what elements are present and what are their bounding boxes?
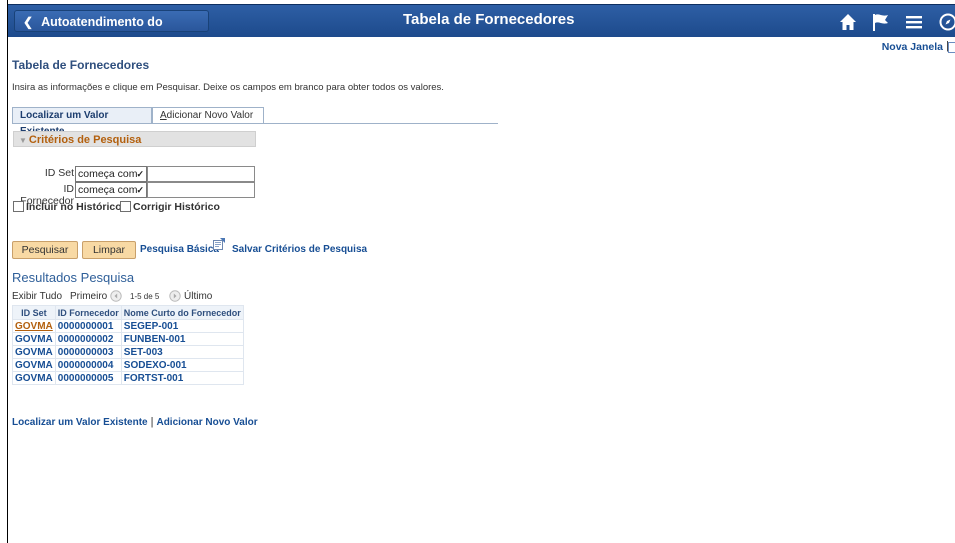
row-vendor-id-link[interactable]: 0000000003 (54, 345, 122, 359)
row-vendor-id-link[interactable]: 0000000001 (54, 319, 122, 333)
vendor-id-operator-select[interactable]: começa com ✓ (75, 182, 147, 198)
back-button-label: Autoatendimento do Gerente (23, 15, 163, 51)
row-vendor-id-link[interactable]: 0000000005 (54, 371, 122, 385)
banner-title: Tabela de Fornecedores (403, 11, 575, 28)
footer-add-new-link[interactable]: Adicionar Novo Valor (156, 417, 257, 428)
tab-add-new-accesskey: A (160, 110, 167, 121)
row-setid-link[interactable]: GOVMA (12, 345, 56, 359)
row-setid-link[interactable]: GOVMA (12, 319, 56, 333)
tab-find-existing[interactable]: Localizar um Valor Existente (12, 107, 152, 137)
footer-find-existing-link[interactable]: Localizar um Valor Existente (12, 417, 148, 428)
tab-add-new[interactable]: Adicionar Novo Valor (152, 107, 264, 124)
search-criteria-title: Critérios de Pesquisa (28, 134, 142, 146)
back-button[interactable]: ❮ Autoatendimento do Gerente (14, 10, 209, 51)
include-history-checkbox[interactable] (13, 201, 24, 212)
view-all-link[interactable]: Exibir Tudo (12, 291, 62, 302)
table-row[interactable]: GOVMA 0000000004 SODEXO-001 (12, 358, 244, 372)
vendor-id-operator-value: começa com (78, 184, 138, 196)
include-history-label: Incluir no Histórico (26, 201, 122, 213)
page-instructions: Insira as informações e clique em Pesqui… (12, 82, 444, 93)
vendor-id-input[interactable] (147, 182, 255, 198)
page-title: Tabela de Fornecedores (12, 58, 150, 72)
row-setid-link[interactable]: GOVMA (12, 332, 56, 346)
row-setid-link[interactable]: GOVMA (12, 371, 56, 385)
window-frame-edge (7, 0, 8, 543)
row-vendor-name-link[interactable]: FORTST-001 (120, 371, 244, 385)
footer-links: Localizar um Valor Existente | Adicionar N… (12, 416, 258, 428)
tab-add-new-label: dicionar Novo Valor (166, 110, 254, 121)
setid-operator-value: começa com (78, 168, 138, 180)
last-link[interactable]: Último (184, 291, 212, 302)
tab-underline (12, 123, 498, 124)
setid-operator-select[interactable]: começa com ✓ (75, 166, 147, 182)
next-arrow-icon[interactable] (169, 290, 181, 302)
chevron-down-icon: ✓ (136, 169, 144, 179)
correct-history-label: Corrigir Histórico (133, 201, 220, 213)
search-button[interactable]: Pesquisar (12, 241, 78, 259)
table-row[interactable]: GOVMA 0000000005 FORTST-001 (12, 371, 244, 385)
table-row[interactable]: GOVMA 0000000002 FUNBEN-001 (12, 332, 244, 346)
top-banner: ❮ Autoatendimento do Gerente Tabela de Fo… (8, 4, 955, 51)
first-link[interactable]: Primeiro (70, 291, 107, 302)
chevron-left-icon: ❮ (23, 15, 34, 29)
clear-button[interactable]: Limpar (82, 241, 136, 259)
menu-icon[interactable] (904, 12, 924, 32)
row-vendor-id-link[interactable]: 0000000004 (54, 358, 122, 372)
previous-arrow-icon[interactable] (110, 290, 122, 302)
row-vendor-name-link[interactable]: SODEXO-001 (120, 358, 244, 372)
footer-separator: | (150, 416, 154, 428)
table-row[interactable]: GOVMA 0000000001 SEGEP-001 (12, 319, 244, 333)
chevron-down-icon: ✓ (136, 185, 144, 195)
basic-search-link[interactable]: Pesquisa Básica (140, 244, 219, 255)
column-header-setid[interactable]: ID Set (12, 305, 56, 320)
results-range: 1-5 de 5 (130, 292, 160, 301)
help-page-icon[interactable] (948, 42, 955, 53)
table-row[interactable]: GOVMA 0000000003 SET-003 (12, 345, 244, 359)
row-setid-link[interactable]: GOVMA (12, 358, 56, 372)
setid-input[interactable] (147, 166, 255, 182)
save-search-criteria-link[interactable]: Salvar Critérios de Pesquisa (232, 244, 367, 255)
row-vendor-id-link[interactable]: 0000000002 (54, 332, 122, 346)
save-search-icon[interactable] (213, 238, 225, 250)
results-title: Resultados Pesquisa (12, 270, 135, 285)
row-vendor-name-link[interactable]: SEGEP-001 (120, 319, 244, 333)
row-vendor-name-link[interactable]: FUNBEN-001 (120, 332, 244, 346)
results-navigation: Exibir Tudo Primeiro 1-5 de 5 Último (12, 289, 212, 305)
flag-icon[interactable] (871, 12, 891, 32)
results-header-row: ID Set ID Fornecedor Nome Curto do Forne… (12, 305, 244, 320)
compass-icon[interactable] (938, 12, 955, 32)
search-criteria-header[interactable]: ▼ Critérios de Pesquisa (13, 131, 256, 147)
collapse-triangle-icon: ▼ (19, 136, 27, 145)
home-icon[interactable] (838, 12, 858, 32)
results-grid: ID Set ID Fornecedor Nome Curto do Forne… (12, 305, 244, 385)
column-header-vendor-short-name[interactable]: Nome Curto do Fornecedor (120, 305, 244, 320)
correct-history-checkbox[interactable] (120, 201, 131, 212)
row-vendor-name-link[interactable]: SET-003 (120, 345, 244, 359)
new-window-link[interactable]: Nova Janela (882, 41, 943, 53)
setid-label: ID Set (44, 167, 74, 179)
column-header-vendor-id[interactable]: ID Fornecedor (54, 305, 122, 320)
